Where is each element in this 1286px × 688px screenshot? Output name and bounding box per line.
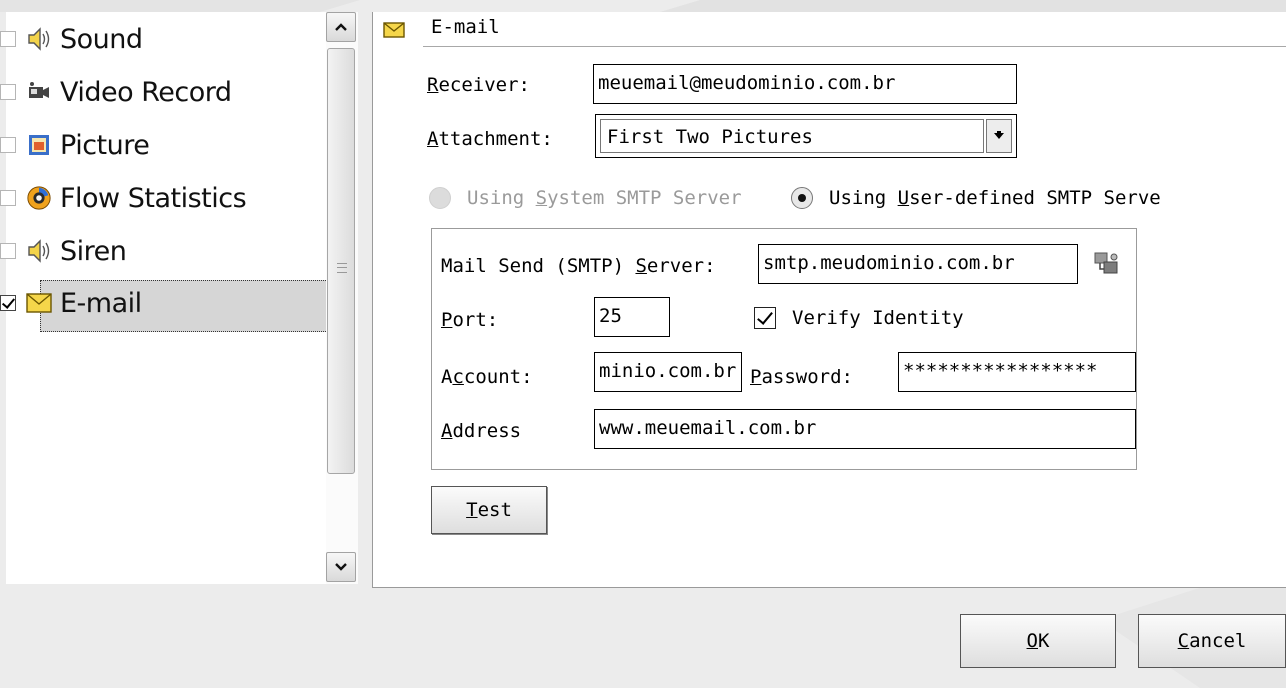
list-item-label: E-mail [60, 287, 142, 319]
list-item-sound[interactable]: Sound [0, 16, 328, 62]
address-label: Address [441, 420, 522, 442]
receiver-input[interactable]: meuemail@meudominio.com.br [593, 64, 1017, 104]
list-item-label: Picture [60, 129, 150, 161]
verify-identity-checkbox[interactable] [754, 307, 776, 329]
envelope-icon [26, 290, 52, 316]
dropdown-button[interactable] [986, 119, 1012, 153]
smtp-server-label: Mail Send (SMTP) Server: [441, 255, 716, 277]
test-button[interactable]: Test [431, 486, 547, 534]
attachment-select[interactable]: First Two Pictures [595, 114, 1017, 158]
video-camera-icon [26, 79, 52, 105]
system-smtp-label: Using System SMTP Server [467, 187, 742, 209]
list-item-label: Video Record [60, 76, 232, 108]
email-checkbox[interactable] [0, 295, 16, 311]
user-smtp-radio[interactable] [791, 187, 813, 209]
receiver-label: Receiver: [427, 74, 530, 96]
email-settings-panel: E-mail Receiver: meuemail@meudominio.com… [372, 12, 1286, 588]
scroll-up-button[interactable] [326, 12, 356, 42]
chevron-up-icon [335, 23, 347, 31]
picture-icon [26, 132, 52, 158]
scroll-down-button[interactable] [326, 552, 356, 582]
password-label: Password: [750, 366, 853, 388]
chevron-down-icon [335, 563, 347, 571]
verify-identity-label: Verify Identity [792, 307, 964, 329]
account-label: Account: [441, 366, 533, 388]
smtp-server-input[interactable]: smtp.meudominio.com.br [758, 244, 1078, 284]
list-item-email[interactable]: E-mail [0, 280, 328, 332]
panel-title: E-mail [431, 16, 500, 38]
list-item-label: Sound [60, 23, 143, 55]
speaker-icon [26, 26, 52, 52]
port-input[interactable]: 25 [594, 297, 670, 337]
list-item-flow-statistics[interactable]: Flow Statistics [0, 175, 328, 221]
user-smtp-label: Using User-defined SMTP Serve [829, 187, 1161, 209]
address-input[interactable]: www.meuemail.com.br [594, 409, 1136, 449]
attachment-value: First Two Pictures [600, 119, 984, 153]
list-item-video-record[interactable]: Video Record [0, 69, 328, 115]
list-item-siren[interactable]: Siren [0, 228, 328, 274]
port-label: Port: [441, 309, 499, 331]
system-smtp-radio[interactable] [429, 187, 451, 209]
title-divider [423, 46, 1286, 47]
speaker-icon [26, 238, 52, 264]
triangle-down-icon [994, 131, 1004, 139]
flow-statistics-icon [26, 185, 52, 211]
password-input[interactable]: ***************** [898, 352, 1136, 392]
attachment-label: Attachment: [427, 128, 553, 150]
picture-checkbox[interactable] [0, 137, 16, 153]
action-list: Sound Video Record Picture Flow Statisti… [0, 12, 328, 584]
network-config-icon[interactable] [1092, 249, 1122, 283]
ok-button[interactable]: OK [960, 614, 1116, 668]
account-input[interactable]: minio.com.br [594, 352, 742, 392]
cancel-button[interactable]: Cancel [1138, 614, 1286, 668]
smtp-settings-group: Mail Send (SMTP) Server: smtp.meudominio… [431, 228, 1137, 470]
list-item-label: Siren [60, 235, 127, 267]
video-record-checkbox[interactable] [0, 84, 16, 100]
list-item-label: Flow Statistics [60, 182, 247, 214]
list-item-picture[interactable]: Picture [0, 122, 328, 168]
scroll-thumb[interactable] [327, 48, 355, 474]
grip-icon [337, 263, 347, 273]
envelope-icon [383, 22, 405, 42]
flow-statistics-checkbox[interactable] [0, 190, 16, 206]
sound-checkbox[interactable] [0, 31, 16, 47]
list-scrollbar[interactable] [326, 12, 358, 584]
siren-checkbox[interactable] [0, 243, 16, 259]
